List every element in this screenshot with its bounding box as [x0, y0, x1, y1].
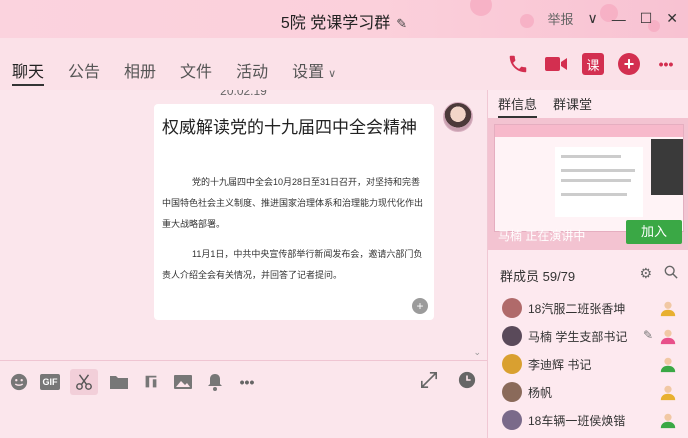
member-row[interactable]: 18车辆一班侯焕锴: [488, 406, 688, 434]
music-note-icon: [145, 375, 157, 388]
member-row[interactable]: 李迪辉 书记: [488, 350, 688, 378]
edit-name-icon[interactable]: ✎: [396, 16, 407, 32]
member-role-icon: [660, 301, 676, 317]
phone-icon: [509, 55, 527, 73]
member-avatar: [502, 298, 522, 318]
zoom-in-icon[interactable]: +: [412, 298, 428, 314]
expand-icon: [420, 371, 438, 389]
message-title: 权威解读党的十九届四中全会精神: [162, 118, 417, 138]
member-list: 18汽服二班张香坤 马楠 学生支部书记 ✎ 李迪辉 书记 杨帆 18车辆一班侯焕锴: [488, 294, 688, 434]
tab-settings[interactable]: 设置 ∨: [292, 58, 336, 86]
tab-announcements[interactable]: 公告: [68, 58, 100, 86]
thumbnail-titlebar: [495, 125, 683, 137]
maximize-button[interactable]: ☐: [640, 10, 653, 27]
tab-chat[interactable]: 聊天: [12, 58, 45, 86]
smiley-icon: [10, 373, 28, 391]
group-info-panel: 群信息 群课堂 马楠 正在演讲中 加入 群成员 59/79 ⚙ 18汽服二班张香…: [487, 90, 688, 438]
close-button[interactable]: ✕: [666, 10, 678, 27]
title-bar: 5院 党课学习群 ✎ 举报 ∨ — ☐ ✕: [0, 0, 688, 38]
history-button[interactable]: [456, 369, 478, 391]
live-presenter-status: 马楠 正在演讲中: [498, 229, 586, 243]
course-button[interactable]: 课: [582, 53, 604, 75]
gif-button[interactable]: GIF: [40, 374, 60, 390]
shared-screen-thumbnail: [494, 124, 684, 232]
add-app-button[interactable]: +: [618, 53, 640, 75]
chat-area[interactable]: 20:02:19 权威解读党的十九届四中全会精神 党的十九届四中全会10月28日…: [0, 90, 487, 360]
message-paragraph: 党的十九届四中全会10月28日至31日召开，对坚持和完善中国特色社会主义制度、推…: [162, 177, 424, 229]
members-count: 群成员 59/79: [500, 269, 576, 284]
message-timestamp: 20:02:19: [220, 90, 267, 98]
sender-avatar[interactable]: [443, 102, 473, 132]
member-role-icon: [660, 357, 676, 373]
more-tools-icon[interactable]: •••: [236, 371, 258, 393]
member-name: 18汽服二班张香坤: [528, 301, 626, 316]
member-settings-icon[interactable]: ⚙: [639, 265, 652, 282]
tab-group-classroom[interactable]: 群课堂: [553, 94, 592, 118]
message-bubble[interactable]: 权威解读党的十九届四中全会精神 党的十九届四中全会10月28日至31日召开，对坚…: [154, 104, 434, 320]
tab-files[interactable]: 文件: [180, 58, 212, 86]
member-avatar: [502, 326, 522, 346]
member-name: 杨帆: [528, 385, 553, 400]
bell-icon: [208, 374, 222, 391]
member-avatar: [502, 382, 522, 402]
screenshot-button[interactable]: [70, 369, 98, 395]
thumbnail-line: [561, 155, 621, 158]
minimize-button[interactable]: —: [612, 11, 626, 27]
send-image-button[interactable]: [172, 371, 194, 393]
tab-activities[interactable]: 活动: [236, 58, 268, 86]
image-icon: [174, 375, 192, 389]
folder-icon: [110, 376, 128, 389]
send-file-button[interactable]: [108, 371, 130, 393]
scroll-down-icon[interactable]: ⌄: [473, 347, 481, 358]
chevron-down-icon: ∨: [328, 68, 337, 80]
tab-settings-label: 设置: [292, 64, 325, 81]
member-name: 18车辆一班侯焕锴: [528, 413, 626, 428]
member-row[interactable]: 18汽服二班张香坤: [488, 294, 688, 322]
member-row[interactable]: 杨帆: [488, 378, 688, 406]
member-name: 马楠 学生支部书记: [528, 329, 628, 344]
search-icon: [664, 265, 678, 279]
music-button[interactable]: [140, 371, 162, 393]
phone-call-button[interactable]: [506, 52, 530, 76]
tab-album[interactable]: 相册: [124, 58, 156, 86]
join-live-button[interactable]: 加入: [626, 220, 682, 244]
emoji-button[interactable]: [8, 371, 30, 393]
thumbnail-line: [561, 179, 631, 182]
live-presentation-preview[interactable]: 马楠 正在演讲中 加入: [488, 118, 688, 250]
tab-bar: 聊天 公告 相册 文件 活动 设置 ∨ 课 + •••: [0, 38, 688, 90]
member-role-icon: [660, 385, 676, 401]
thumbnail-content: [555, 147, 643, 217]
edit-member-icon[interactable]: ✎: [643, 328, 653, 342]
member-avatar: [502, 410, 522, 430]
window-controls: 举报 ∨ — ☐ ✕: [547, 9, 678, 28]
clock-icon: [458, 371, 476, 389]
tab-group-info[interactable]: 群信息: [498, 94, 538, 118]
action-buttons: 课 + •••: [506, 52, 678, 76]
video-camera-icon: [545, 57, 567, 71]
expand-input-button[interactable]: [418, 369, 440, 391]
dropdown-chevron-icon[interactable]: ∨: [587, 10, 597, 27]
member-avatar: [502, 354, 522, 374]
member-role-icon: [660, 329, 676, 345]
scissors-icon: [76, 374, 92, 390]
report-button[interactable]: 举报: [547, 9, 573, 28]
presenter-video: [651, 139, 683, 195]
input-toolbar: GIF •••: [0, 361, 487, 438]
group-name: 5院 党课学习群: [280, 15, 391, 32]
member-row[interactable]: 马楠 学生支部书记 ✎: [488, 322, 688, 350]
more-button[interactable]: •••: [654, 52, 678, 76]
thumbnail-line: [561, 193, 627, 196]
search-members-icon[interactable]: [664, 265, 678, 282]
video-call-button[interactable]: [544, 52, 568, 76]
thumbnail-line: [561, 169, 635, 172]
notification-button[interactable]: [204, 371, 226, 393]
member-name: 李迪辉 书记: [528, 357, 592, 372]
member-role-icon: [660, 413, 676, 429]
message-paragraph: 11月1日，中共中央宣传部举行新闻发布会，邀请六部门负责人介绍全会有关情况，并回…: [162, 249, 423, 280]
